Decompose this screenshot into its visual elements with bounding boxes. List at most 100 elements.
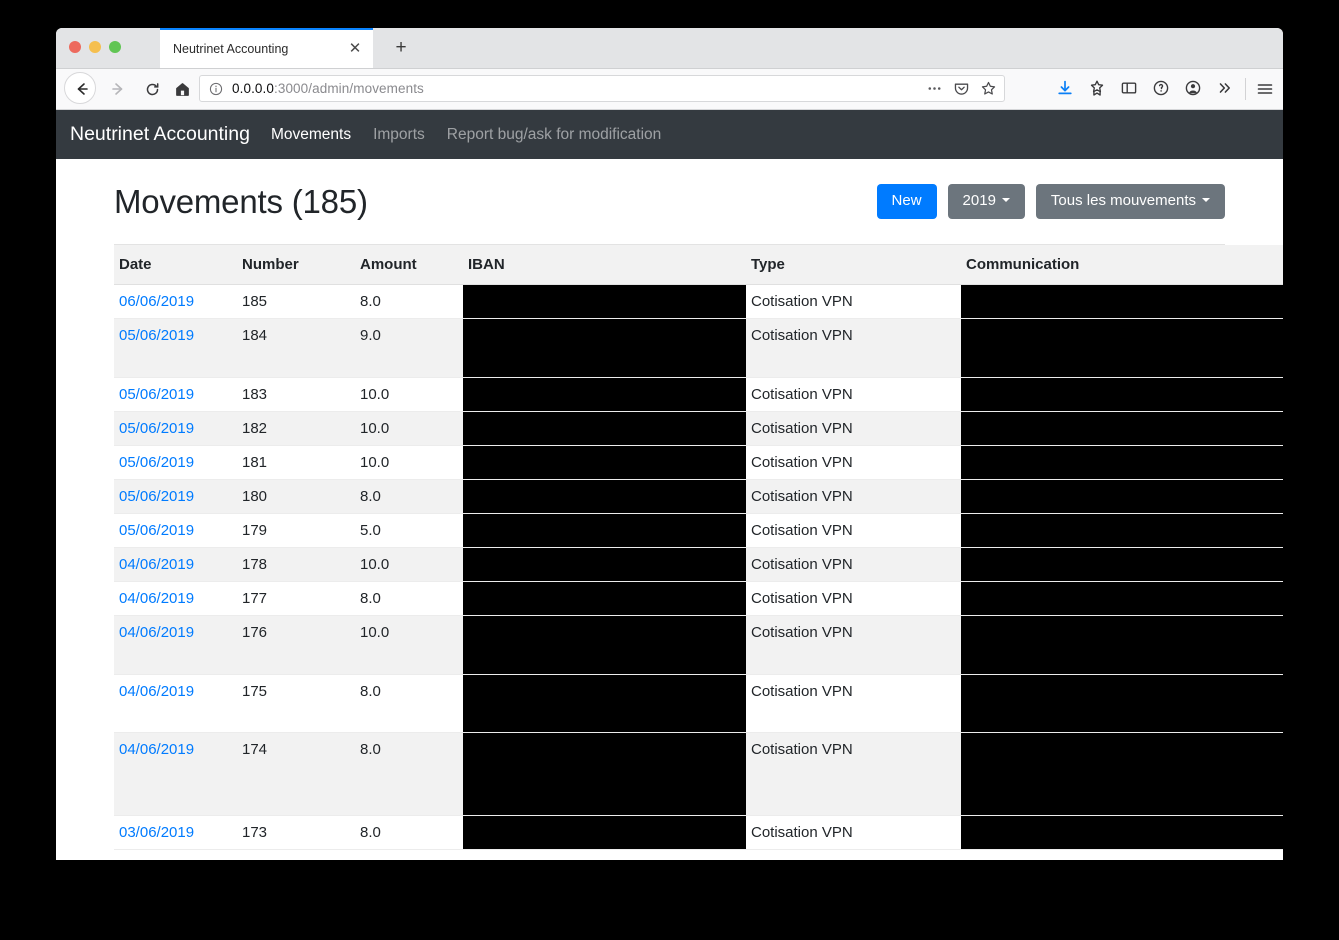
page-header: Movements (185) New 2019 Tous les mouvem… xyxy=(114,159,1225,245)
cell-amount: 10.0 xyxy=(355,411,463,446)
hamburger-menu-icon[interactable] xyxy=(1255,79,1275,104)
cell-iban-redacted xyxy=(463,479,746,514)
column-header-date[interactable]: Date xyxy=(114,245,237,285)
star-icon[interactable] xyxy=(980,80,997,97)
redaction-block xyxy=(961,319,1283,377)
cell-amount: 10.0 xyxy=(355,377,463,412)
cell-amount: 10.0 xyxy=(355,615,463,675)
movement-date-link[interactable]: 04/06/2019 xyxy=(119,741,194,758)
column-header-number[interactable]: Number xyxy=(237,245,355,285)
redaction-block xyxy=(463,514,746,547)
table-row[interactable]: 06/06/2019 185 8.0 Cotisation VPN xyxy=(114,284,1283,319)
movement-date-link[interactable]: 05/06/2019 xyxy=(119,522,194,539)
column-header-communication[interactable]: Communication xyxy=(961,245,1283,285)
table-row[interactable]: 04/06/2019 174 8.0 Cotisation VPN xyxy=(114,732,1283,816)
cell-iban-redacted xyxy=(463,284,746,319)
table-row[interactable]: 05/06/2019 181 10.0 Cotisation VPN xyxy=(114,445,1283,480)
table-row[interactable]: 04/06/2019 178 10.0 Cotisation VPN xyxy=(114,547,1283,582)
column-header-amount[interactable]: Amount xyxy=(355,245,463,285)
redaction-block xyxy=(463,480,746,513)
cell-amount: 10.0 xyxy=(355,547,463,582)
cell-number: 180 xyxy=(237,479,355,514)
chevron-double-right-icon[interactable] xyxy=(1216,79,1233,96)
cell-number: 182 xyxy=(237,411,355,446)
url-text: 0.0.0.0:3000/admin/movements xyxy=(232,81,424,96)
movement-date-link[interactable]: 05/06/2019 xyxy=(119,454,194,471)
cell-date: 05/06/2019 xyxy=(114,479,237,514)
back-arrow-icon[interactable] xyxy=(70,77,94,101)
cell-communication-redacted xyxy=(961,581,1283,616)
cell-number: 178 xyxy=(237,547,355,582)
bookmark-star-icon[interactable] xyxy=(1088,79,1105,96)
pocket-icon[interactable] xyxy=(953,80,970,97)
cell-communication-redacted xyxy=(961,732,1283,816)
account-icon[interactable] xyxy=(1184,79,1201,96)
table-row[interactable]: 04/06/2019 177 8.0 Cotisation VPN xyxy=(114,581,1283,616)
cell-type: Cotisation VPN xyxy=(746,615,961,675)
table-row[interactable]: 05/06/2019 179 5.0 Cotisation VPN xyxy=(114,513,1283,548)
shield-info-icon[interactable] xyxy=(1152,79,1169,96)
table-row[interactable]: 05/06/2019 180 8.0 Cotisation VPN xyxy=(114,479,1283,514)
url-bar[interactable]: 0.0.0.0:3000/admin/movements xyxy=(199,75,1005,102)
column-header-iban[interactable]: IBAN xyxy=(463,245,746,285)
ellipsis-icon[interactable] xyxy=(926,80,943,97)
cell-number: 184 xyxy=(237,318,355,378)
cell-type: Cotisation VPN xyxy=(746,284,961,319)
minimize-window-button[interactable] xyxy=(89,41,101,53)
close-window-button[interactable] xyxy=(69,41,81,53)
new-movement-button[interactable]: New xyxy=(876,184,937,219)
maximize-window-button[interactable] xyxy=(109,41,121,53)
nav-link-report-bug[interactable]: Report bug/ask for modification xyxy=(447,126,662,144)
app-brand[interactable]: Neutrinet Accounting xyxy=(70,123,250,146)
cell-type: Cotisation VPN xyxy=(746,445,961,480)
browser-tab-strip: Neutrinet Accounting ✕ + xyxy=(56,28,1283,69)
nav-link-imports[interactable]: Imports xyxy=(373,126,425,144)
nav-link-movements[interactable]: Movements xyxy=(271,126,351,144)
year-filter-dropdown[interactable]: 2019 xyxy=(947,184,1025,219)
close-tab-icon[interactable]: ✕ xyxy=(347,41,363,57)
cell-communication-redacted xyxy=(961,445,1283,480)
movement-date-link[interactable]: 05/06/2019 xyxy=(119,327,194,344)
table-row[interactable]: 03/06/2019 173 8.0 Cotisation VPN xyxy=(114,815,1283,850)
cell-number: 179 xyxy=(237,513,355,548)
table-row[interactable]: 04/06/2019 175 8.0 Cotisation VPN xyxy=(114,674,1283,733)
cell-number: 175 xyxy=(237,674,355,733)
redaction-block xyxy=(961,675,1283,732)
movement-date-link[interactable]: 06/06/2019 xyxy=(119,293,194,310)
sidebar-icon[interactable] xyxy=(1120,79,1137,96)
column-header-type[interactable]: Type xyxy=(746,245,961,285)
page-title: Movements (185) xyxy=(114,182,368,220)
movement-date-link[interactable]: 05/06/2019 xyxy=(119,420,194,437)
cell-date: 05/06/2019 xyxy=(114,377,237,412)
movement-date-link[interactable]: 04/06/2019 xyxy=(119,624,194,641)
cell-communication-redacted xyxy=(961,377,1283,412)
table-row[interactable]: 05/06/2019 184 9.0 Cotisation VPN xyxy=(114,318,1283,378)
movement-date-link[interactable]: 05/06/2019 xyxy=(119,386,194,403)
browser-tab[interactable]: Neutrinet Accounting ✕ xyxy=(160,28,373,68)
table-row[interactable]: 05/06/2019 183 10.0 Cotisation VPN xyxy=(114,377,1283,412)
table-row[interactable]: 05/06/2019 182 10.0 Cotisation VPN xyxy=(114,411,1283,446)
new-tab-icon[interactable]: + xyxy=(392,38,410,57)
redaction-block xyxy=(463,319,746,377)
download-arrow-icon[interactable] xyxy=(1056,79,1073,96)
browser-window: Neutrinet Accounting ✕ + 0.0.0.0:3000/ad… xyxy=(56,28,1283,860)
forward-arrow-icon[interactable] xyxy=(106,77,130,101)
info-circle-icon[interactable] xyxy=(209,82,223,96)
movement-date-link[interactable]: 03/06/2019 xyxy=(119,824,194,841)
reload-icon[interactable] xyxy=(140,77,164,101)
window-controls xyxy=(69,41,121,53)
redaction-block xyxy=(961,816,1283,849)
table-row[interactable]: 04/06/2019 176 10.0 Cotisation VPN xyxy=(114,615,1283,675)
movement-type-filter-dropdown[interactable]: Tous les mouvements xyxy=(1035,184,1225,219)
cell-type: Cotisation VPN xyxy=(746,377,961,412)
page-content: Movements (185) New 2019 Tous les mouvem… xyxy=(56,159,1283,850)
movement-date-link[interactable]: 04/06/2019 xyxy=(119,683,194,700)
cell-amount: 8.0 xyxy=(355,815,463,850)
home-icon[interactable] xyxy=(170,77,194,101)
movement-date-link[interactable]: 04/06/2019 xyxy=(119,590,194,607)
cell-amount: 8.0 xyxy=(355,479,463,514)
movement-date-link[interactable]: 04/06/2019 xyxy=(119,556,194,573)
movement-date-link[interactable]: 05/06/2019 xyxy=(119,488,194,505)
cell-type: Cotisation VPN xyxy=(746,581,961,616)
cell-iban-redacted xyxy=(463,615,746,675)
